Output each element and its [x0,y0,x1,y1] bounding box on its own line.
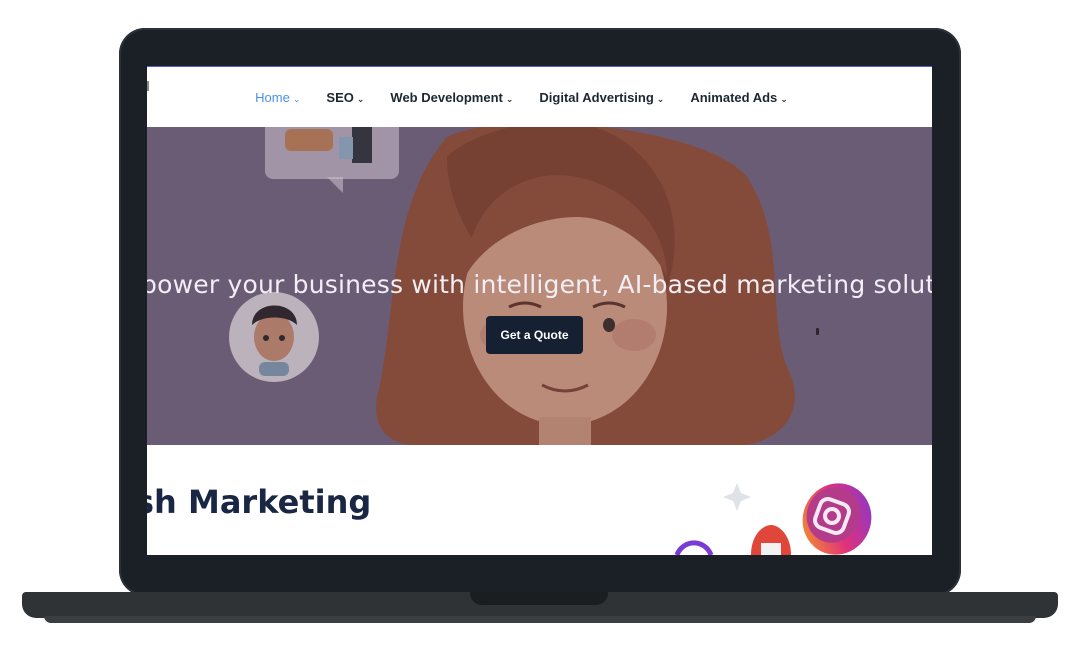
sparkle-icon [723,483,751,511]
main-navigation: Home ⌄ SEO ⌄ Web Development ⌄ Digital A… [147,67,932,127]
nav-item-label: Animated Ads [690,89,778,105]
hero-banner: npower your business with intelligent, A… [147,127,932,445]
chevron-down-icon: ⌄ [292,93,301,104]
scroll-indicator [147,81,149,91]
nav-item-label: Home [255,89,290,105]
nav-item-label: Digital Advertising [539,89,654,105]
nav-item-digital-advertising[interactable]: Digital Advertising ⌄ [539,90,664,105]
nav-item-label: Web Development [390,89,503,105]
laptop-screen: Home ⌄ SEO ⌄ Web Development ⌄ Digital A… [147,66,932,555]
nav-item-seo[interactable]: SEO ⌄ [326,90,364,105]
nav-item-web-development[interactable]: Web Development ⌄ [390,90,513,105]
laptop-notch [470,592,608,605]
nav-item-animated-ads[interactable]: Animated Ads ⌄ [690,90,787,105]
chevron-down-icon: ⌄ [656,93,665,104]
nav-item-home[interactable]: Home ⌄ [255,90,300,105]
rocket-icon [751,525,791,555]
hero-decoration-dot [816,328,819,335]
get-a-quote-button[interactable]: Get a Quote [486,316,583,354]
chevron-down-icon: ⌄ [356,93,365,104]
partial-circle-icon [674,540,714,555]
instagram-icon [802,483,872,555]
laptop-foot [44,616,1036,623]
cut-off-paragraph [151,547,531,555]
section-title: sh Marketing [147,483,372,521]
hero-headline: npower your business with intelligent, A… [147,270,932,299]
social-media-illustration [674,483,872,555]
chevron-down-icon: ⌄ [780,93,788,104]
nav-item-label: SEO [326,89,354,105]
chevron-down-icon: ⌄ [505,93,514,104]
